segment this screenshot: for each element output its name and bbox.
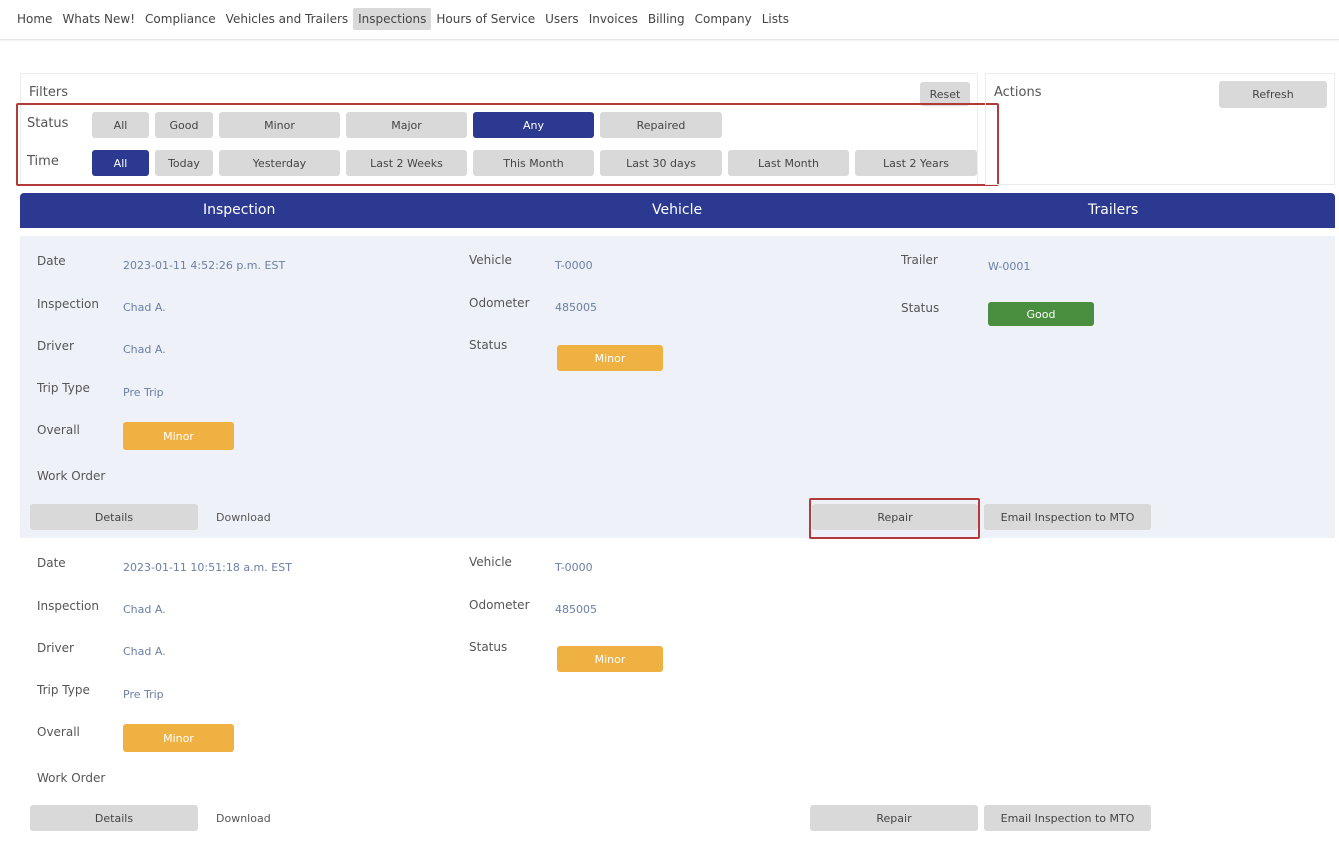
status-option-minor[interactable]: Minor bbox=[219, 112, 340, 138]
trailer-value: W-0001 bbox=[988, 260, 1031, 273]
vehicle-status-badge: Minor bbox=[557, 646, 663, 672]
vehicle-value: T-0000 bbox=[555, 561, 593, 574]
status-option-any[interactable]: Any bbox=[473, 112, 594, 138]
nav-item-company[interactable]: Company bbox=[690, 8, 757, 30]
vehicle-label: Vehicle bbox=[469, 555, 512, 569]
odometer-value: 485005 bbox=[555, 301, 597, 314]
date-label: Date bbox=[37, 254, 66, 268]
time-option-last-30-days[interactable]: Last 30 days bbox=[600, 150, 722, 176]
table-header: Inspection Vehicle Trailers bbox=[20, 193, 1335, 228]
overall-label: Overall bbox=[37, 423, 80, 437]
trailer-status-label: Status bbox=[901, 301, 940, 315]
column-header-trailers[interactable]: Trailers bbox=[1088, 202, 1138, 218]
nav-item-compliance[interactable]: Compliance bbox=[140, 8, 221, 30]
work-order-label: Work Order bbox=[37, 771, 106, 785]
time-option-last-2-weeks[interactable]: Last 2 Weeks bbox=[346, 150, 467, 176]
driver-value: Chad A. bbox=[123, 343, 166, 356]
inspector-value: Chad A. bbox=[123, 603, 166, 616]
driver-value: Chad A. bbox=[123, 645, 166, 658]
vehicle-value: T-0000 bbox=[555, 259, 593, 272]
download-link[interactable]: Download bbox=[216, 511, 271, 524]
time-option-yesterday[interactable]: Yesterday bbox=[219, 150, 340, 176]
date-label: Date bbox=[37, 556, 66, 570]
overall-label: Overall bbox=[37, 725, 80, 739]
inspection-record: Date 2023-01-11 10:51:18 a.m. EST Inspec… bbox=[20, 540, 1335, 840]
nav-item-inspections[interactable]: Inspections bbox=[353, 8, 432, 30]
status-option-all[interactable]: All bbox=[92, 112, 149, 138]
nav-item-hours-of-service[interactable]: Hours of Service bbox=[431, 8, 540, 30]
nav-item-users[interactable]: Users bbox=[540, 8, 584, 30]
nav-item-whats-new[interactable]: Whats New! bbox=[57, 8, 140, 30]
inspector-value: Chad A. bbox=[123, 301, 166, 314]
filters-title: Filters bbox=[29, 85, 68, 100]
overall-status-badge: Minor bbox=[123, 422, 234, 450]
status-filter-label: Status bbox=[27, 116, 69, 131]
driver-label: Driver bbox=[37, 339, 74, 353]
trailer-status-badge: Good bbox=[988, 302, 1094, 326]
vehicle-label: Vehicle bbox=[469, 253, 512, 267]
vehicle-status-badge: Minor bbox=[557, 345, 663, 371]
reset-button[interactable]: Reset bbox=[920, 82, 970, 106]
trip-type-value: Pre Trip bbox=[123, 386, 164, 399]
nav-item-invoices[interactable]: Invoices bbox=[584, 8, 643, 30]
odometer-value: 485005 bbox=[555, 603, 597, 616]
actions-title: Actions bbox=[994, 85, 1042, 100]
nav-items: Home Whats New! Compliance Vehicles and … bbox=[12, 8, 794, 30]
driver-label: Driver bbox=[37, 641, 74, 655]
time-option-today[interactable]: Today bbox=[155, 150, 213, 176]
time-option-this-month[interactable]: This Month bbox=[473, 150, 594, 176]
nav-item-vehicles-and-trailers[interactable]: Vehicles and Trailers bbox=[221, 8, 353, 30]
vehicle-status-label: Status bbox=[469, 338, 508, 352]
top-navigation: Home Whats New! Compliance Vehicles and … bbox=[0, 0, 1339, 40]
trailer-label: Trailer bbox=[901, 253, 938, 267]
column-header-inspection[interactable]: Inspection bbox=[203, 202, 275, 218]
trip-type-label: Trip Type bbox=[37, 683, 90, 697]
work-order-label: Work Order bbox=[37, 469, 106, 483]
status-option-repaired[interactable]: Repaired bbox=[600, 112, 722, 138]
trip-type-label: Trip Type bbox=[37, 381, 90, 395]
actions-panel: Actions Refresh bbox=[985, 73, 1335, 185]
email-inspection-button[interactable]: Email Inspection to MTO bbox=[984, 504, 1151, 530]
details-button[interactable]: Details bbox=[30, 805, 198, 831]
vehicle-status-label: Status bbox=[469, 640, 508, 654]
column-header-vehicle[interactable]: Vehicle bbox=[652, 202, 702, 218]
date-value: 2023-01-11 4:52:26 p.m. EST bbox=[123, 259, 286, 272]
inspection-label: Inspection bbox=[37, 599, 99, 613]
overall-status-badge: Minor bbox=[123, 724, 234, 752]
nav-item-home[interactable]: Home bbox=[12, 8, 57, 30]
repair-button[interactable]: Repair bbox=[812, 504, 978, 530]
repair-button[interactable]: Repair bbox=[810, 805, 978, 831]
inspection-label: Inspection bbox=[37, 297, 99, 311]
nav-item-lists[interactable]: Lists bbox=[757, 8, 794, 30]
odometer-label: Odometer bbox=[469, 296, 530, 310]
email-inspection-button[interactable]: Email Inspection to MTO bbox=[984, 805, 1151, 831]
status-option-major[interactable]: Major bbox=[346, 112, 467, 138]
odometer-label: Odometer bbox=[469, 598, 530, 612]
refresh-button[interactable]: Refresh bbox=[1219, 81, 1327, 108]
time-option-last-2-years[interactable]: Last 2 Years bbox=[855, 150, 977, 176]
time-filter-label: Time bbox=[27, 154, 59, 169]
time-option-last-month[interactable]: Last Month bbox=[728, 150, 849, 176]
time-option-all[interactable]: All bbox=[92, 150, 149, 176]
nav-item-billing[interactable]: Billing bbox=[643, 8, 690, 30]
inspection-record: Date 2023-01-11 4:52:26 p.m. EST Inspect… bbox=[20, 236, 1335, 538]
download-link[interactable]: Download bbox=[216, 812, 271, 825]
date-value: 2023-01-11 10:51:18 a.m. EST bbox=[123, 561, 292, 574]
details-button[interactable]: Details bbox=[30, 504, 198, 530]
trip-type-value: Pre Trip bbox=[123, 688, 164, 701]
status-option-good[interactable]: Good bbox=[155, 112, 213, 138]
